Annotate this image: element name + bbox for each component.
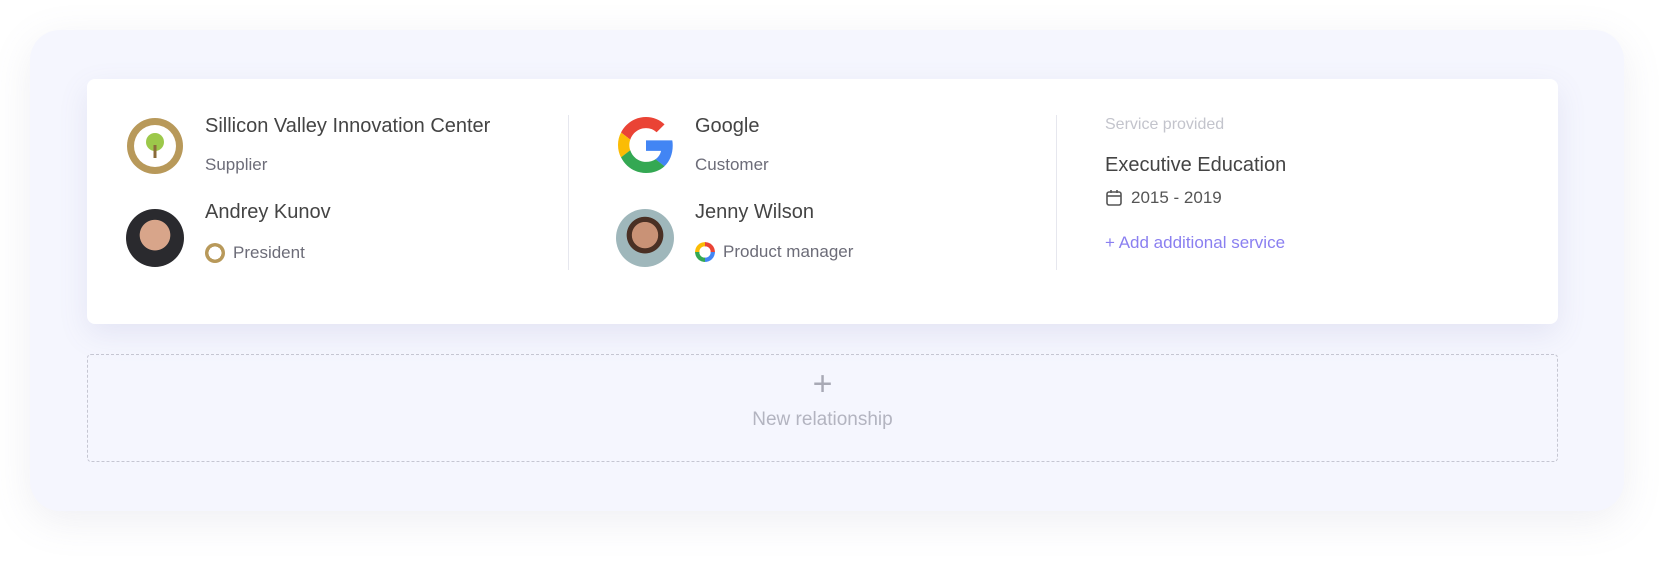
customer-contact-title: Product manager — [695, 242, 853, 262]
service-label: Service provided — [1105, 116, 1225, 133]
new-relationship-button[interactable]: + New relationship — [87, 354, 1558, 462]
supplier-role: Supplier — [205, 155, 268, 174]
customer-contact-name[interactable]: Jenny Wilson — [695, 201, 814, 224]
calendar-icon — [1106, 190, 1122, 206]
supplier-contact-title: President — [205, 243, 305, 263]
andrey-kunov-avatar[interactable] — [126, 209, 184, 267]
new-relationship-label: New relationship — [752, 409, 893, 430]
supplier-contact-name[interactable]: Andrey Kunov — [205, 201, 331, 224]
period-text: 2015 - 2019 — [1131, 188, 1222, 207]
service-name[interactable]: Executive Education — [1105, 154, 1286, 177]
column-divider — [568, 115, 569, 270]
customer-name[interactable]: Google — [695, 115, 760, 138]
column-divider — [1056, 115, 1057, 270]
add-service-link[interactable]: + Add additional service — [1105, 233, 1285, 253]
plus-icon: + — [812, 365, 833, 403]
svic-mini-icon — [205, 243, 225, 263]
google-mini-icon — [695, 242, 715, 262]
relationship-card: Sillicon Valley Innovation Center Suppli… — [87, 79, 1558, 324]
customer-role: Customer — [695, 155, 769, 174]
jenny-wilson-avatar[interactable] — [616, 209, 674, 267]
supplier-name[interactable]: Sillicon Valley Innovation Center — [205, 115, 490, 138]
service-period: 2015 - 2019 — [1105, 188, 1222, 208]
google-logo-icon — [618, 117, 673, 173]
contact-title-text: President — [233, 243, 305, 262]
svic-logo-icon — [127, 118, 183, 174]
contact-title-text: Product manager — [723, 242, 854, 261]
